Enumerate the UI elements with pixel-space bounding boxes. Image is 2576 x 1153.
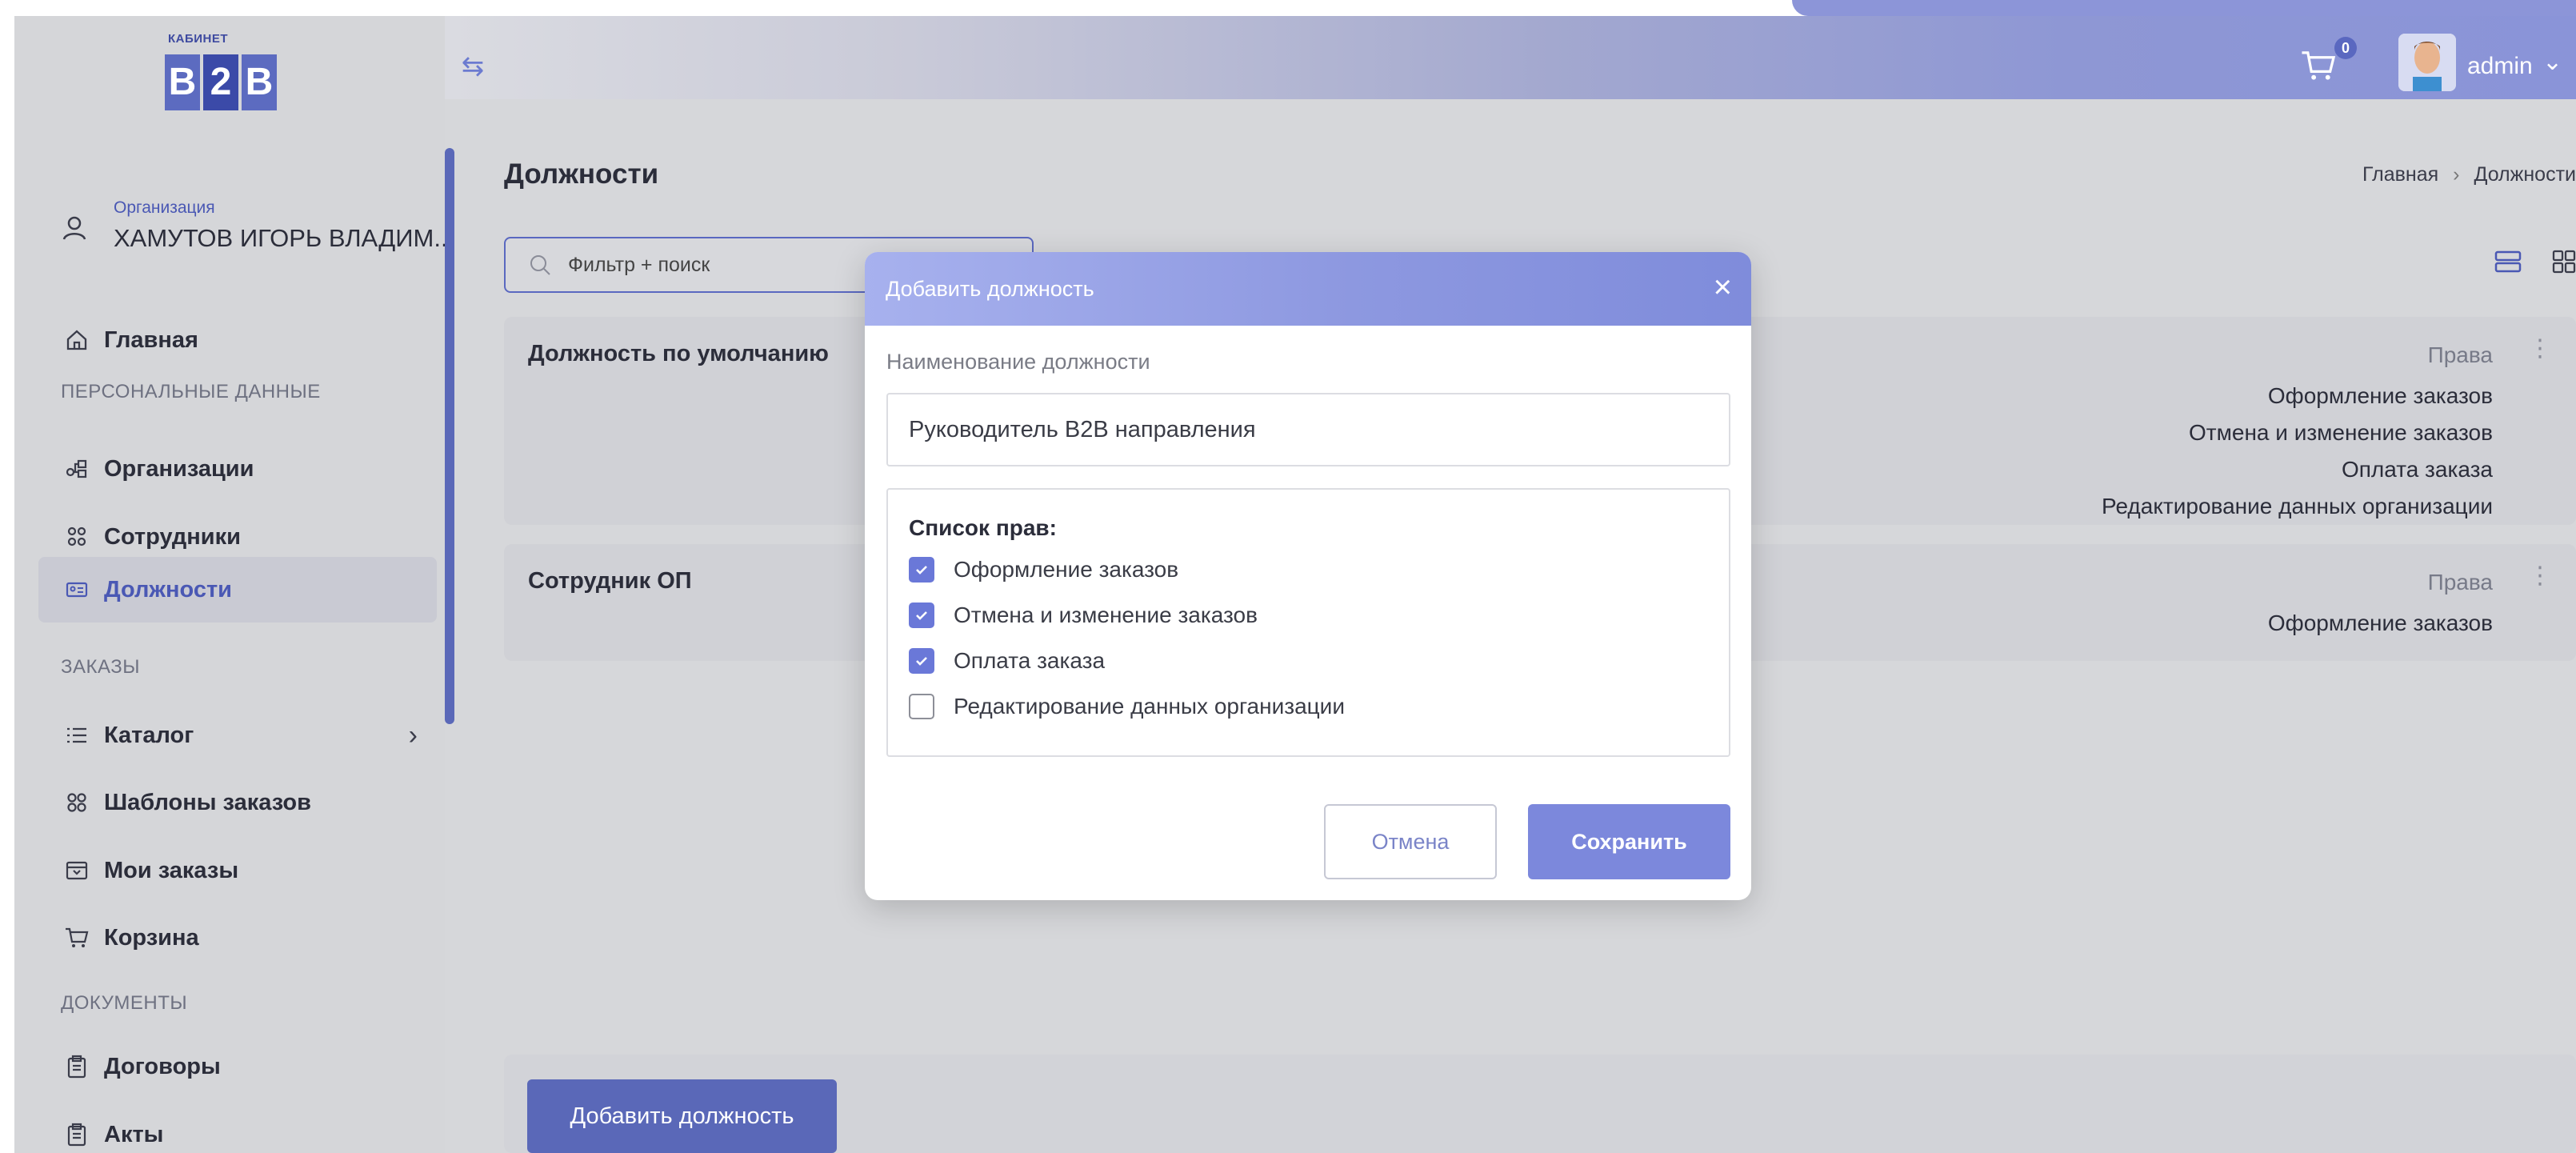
section-personal-data: ПЕРСОНАЛЬНЫЕ ДАННЫЕ (61, 381, 321, 402)
more-options-icon[interactable]: ⋮ (2528, 334, 2552, 362)
right-checkbox-row[interactable]: Оформление заказов (909, 557, 1178, 583)
section-orders: ЗАКАЗЫ (61, 656, 140, 678)
more-options-icon[interactable]: ⋮ (2528, 562, 2552, 590)
position-title: Должность по умолчанию (528, 341, 829, 366)
checkbox-checked[interactable] (909, 648, 934, 674)
sidebar-item-label: Каталог (104, 722, 194, 748)
modal-header: Добавить должность × (865, 252, 1751, 326)
search-icon (530, 255, 550, 275)
position-title: Сотрудник ОП (528, 568, 692, 594)
employees-icon (61, 521, 93, 553)
sidebar-item-catalog[interactable]: Каталог › (38, 703, 437, 768)
position-name-value: Руководитель B2B направления (909, 416, 1256, 442)
sidebar-item-contracts[interactable]: Договоры (38, 1034, 437, 1099)
grid-view-icon[interactable] (2552, 250, 2576, 278)
search-placeholder: Фильтр + поиск (568, 253, 710, 276)
clipboard-icon (61, 1051, 93, 1083)
rights-header: Права (2427, 342, 2493, 367)
right-checkbox-row[interactable]: Оплата заказа (909, 648, 1105, 674)
chevron-right-icon: › (408, 719, 418, 751)
right-label: Оформление заказов (954, 557, 1179, 582)
list-view-icon[interactable] (2494, 250, 2522, 278)
position-name-field[interactable]: Руководитель B2B направления (886, 393, 1730, 466)
right-item: Отмена и изменение заказов (2189, 420, 2493, 445)
sidebar-item-positions[interactable]: Должности (38, 557, 437, 623)
templates-icon (61, 787, 93, 819)
right-label: Оплата заказа (954, 648, 1106, 673)
logo-letter: B (165, 54, 200, 110)
organization-name: ХАМУТОВ ИГОРЬ ВЛАДИМ... (114, 224, 455, 252)
clipboard-icon (61, 1119, 93, 1151)
sidebar-toggle-icon[interactable]: ⇆ (458, 53, 487, 80)
rights-checklist: Список прав: Оформление заказов Отмена и… (886, 488, 1730, 757)
chevron-down-icon[interactable]: ⌄ (2542, 48, 2562, 76)
checkbox-checked[interactable] (909, 603, 934, 628)
right-item: Оплата заказа (2341, 457, 2493, 482)
user-icon (61, 214, 88, 246)
right-label: Редактирование данных организации (954, 694, 1345, 719)
sidebar-item-acts[interactable]: Акты (38, 1102, 437, 1153)
section-documents: ДОКУМЕНТЫ (61, 992, 188, 1014)
right-checkbox-row[interactable]: Редактирование данных организации (909, 694, 1345, 719)
sidebar-item-label: Главная (104, 326, 198, 353)
breadcrumb-home[interactable]: Главная (2362, 163, 2438, 186)
sidebar-scrollbar[interactable] (445, 148, 454, 724)
checkbox-checked[interactable] (909, 557, 934, 583)
cart-icon (61, 922, 93, 954)
list-icon (61, 719, 93, 751)
b2b-cabinet-logo[interactable]: КАБИНЕТ B 2 B (144, 32, 320, 120)
right-item: Оформление заказов (2267, 383, 2493, 408)
sidebar-item-label: Сотрудники (104, 523, 241, 550)
breadcrumb: Главная › Должности (2362, 163, 2576, 186)
header-decoration (1792, 0, 2576, 16)
logo-caption: КАБИНЕТ (168, 32, 229, 46)
logo-letter: 2 (203, 54, 238, 110)
breadcrumb-current: Должности (2474, 163, 2576, 186)
rights-header: Права (2427, 570, 2493, 595)
right-item: Оформление заказов (2267, 611, 2493, 635)
checkbox-unchecked[interactable] (909, 694, 934, 719)
rights-list: Оформление заказов Отмена и изменение за… (2102, 378, 2493, 525)
sidebar-item-cart[interactable]: Корзина (38, 905, 437, 971)
organizations-icon (61, 453, 93, 485)
add-position-modal: Добавить должность × Наименование должно… (865, 252, 1751, 900)
sidebar-item-organizations[interactable]: Организации (38, 436, 437, 502)
modal-title: Добавить должность (886, 276, 1094, 301)
sidebar-item-label: Организации (104, 455, 254, 482)
sidebar: КАБИНЕТ B 2 B Организация ХАМУТОВ ИГОРЬ … (14, 16, 454, 1153)
page-title: Должности (504, 158, 659, 190)
orders-box-icon (61, 855, 93, 887)
sidebar-item-label: Мои заказы (104, 857, 239, 883)
sidebar-item-label: Должности (104, 576, 232, 603)
home-icon (61, 324, 93, 356)
sidebar-item-label: Акты (104, 1121, 164, 1147)
avatar[interactable] (2398, 34, 2456, 91)
user-name[interactable]: admin (2467, 53, 2533, 80)
close-icon[interactable]: × (1714, 271, 1732, 303)
organization-label: Организация (114, 198, 215, 217)
id-card-icon (61, 574, 93, 606)
right-label: Отмена и изменение заказов (954, 603, 1258, 627)
sidebar-item-label: Корзина (104, 924, 199, 951)
logo-letter: B (242, 54, 277, 110)
save-button[interactable]: Сохранить (1528, 804, 1730, 879)
sidebar-item-label: Шаблоны заказов (104, 789, 311, 815)
sidebar-item-my-orders[interactable]: Мои заказы (38, 838, 437, 903)
position-name-label: Наименование должности (886, 350, 1150, 374)
rights-list: Оформление заказов (2268, 605, 2493, 642)
cart-count-badge: 0 (2334, 37, 2357, 59)
sidebar-item-home[interactable]: Главная (38, 307, 437, 373)
chevron-right-icon: › (2453, 163, 2460, 186)
rights-list-title: Список прав: (909, 515, 1057, 540)
cancel-button[interactable]: Отмена (1324, 804, 1497, 879)
add-position-button[interactable]: Добавить должность (527, 1079, 837, 1153)
right-item: Редактирование данных организации (2102, 494, 2493, 518)
sidebar-item-order-templates[interactable]: Шаблоны заказов (38, 770, 437, 835)
sidebar-item-label: Договоры (104, 1053, 221, 1079)
right-checkbox-row[interactable]: Отмена и изменение заказов (909, 603, 1258, 628)
logo-mark: B 2 B (165, 54, 280, 110)
